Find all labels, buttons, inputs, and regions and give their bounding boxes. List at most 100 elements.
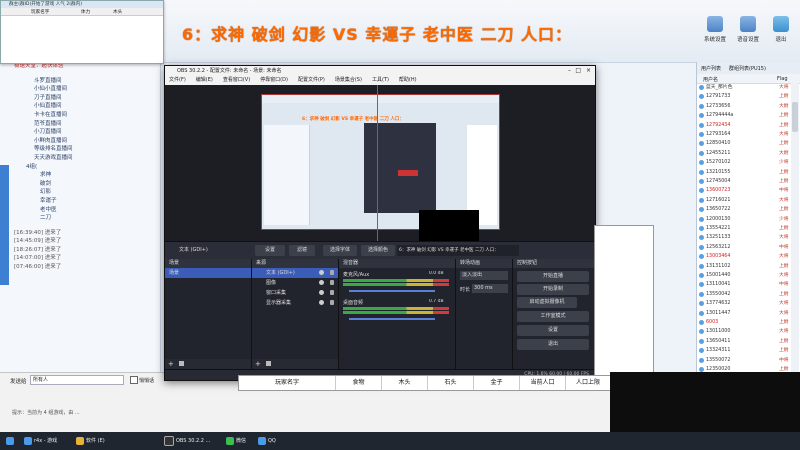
desktop-volume-slider[interactable] <box>349 318 435 320</box>
settings-button[interactable]: 设置 <box>517 325 589 336</box>
user-row[interactable]: 12745004 上尉 <box>697 178 791 185</box>
player-row[interactable]: 幻影 <box>0 188 160 197</box>
eye-icon[interactable] <box>319 300 324 305</box>
select-font-button[interactable]: 选择字体 <box>323 245 357 256</box>
user-row[interactable]: 13550042 上尉 <box>697 291 791 298</box>
user-row[interactable]: 13131102 上尉 <box>697 263 791 270</box>
source-item[interactable]: 图像 <box>252 278 338 288</box>
room-item[interactable]: 等级排名直播间 <box>0 145 160 154</box>
group-label[interactable]: 4组( <box>0 163 160 172</box>
player-row[interactable]: 二刀 <box>0 214 160 223</box>
source-filters-button[interactable]: 滤镜 <box>289 245 315 256</box>
menu-scene-collection[interactable]: 场景集合(S) <box>335 77 362 83</box>
user-row[interactable]: 13600723 中将 <box>697 187 791 194</box>
user-row[interactable]: 15001440 大将 <box>697 272 791 279</box>
room-item[interactable]: 斗罗直播间 <box>0 77 160 86</box>
user-row[interactable]: 13324311 上尉 <box>697 347 791 354</box>
user-row[interactable]: 13011000 大将 <box>697 328 791 335</box>
user-row[interactable]: 13110041 中将 <box>697 281 791 288</box>
player-row[interactable]: 幸運子 <box>0 197 160 206</box>
tab-user-list[interactable]: 用户列表 <box>701 65 721 72</box>
obs-preview-area[interactable]: 6：求神 破剑 幻影 VS 幸運子 老中医 二刀 人口： <box>165 85 595 250</box>
source-text-field[interactable]: 6：求神 破剑 幻影 VS 幸運子 老中医 二刀 人口： <box>397 245 519 256</box>
room-item[interactable]: 小仙小直播间 <box>0 85 160 94</box>
lock-icon[interactable] <box>330 280 334 285</box>
start-streaming-button[interactable]: 开始直播 <box>517 271 589 282</box>
studio-mode-button[interactable]: 工作室模式 <box>517 311 589 322</box>
user-row[interactable]: 12000130 少将 <box>697 216 791 223</box>
whisper-checkbox[interactable] <box>130 376 138 384</box>
user-row[interactable]: 12455211 大尉 <box>697 150 791 157</box>
room-item[interactable]: 小鲜肉直播间 <box>0 137 160 146</box>
menu-tools[interactable]: 工具(T) <box>372 77 389 83</box>
source-item[interactable]: 文本 (GDI+) <box>252 268 338 278</box>
user-row[interactable]: 13554221 上尉 <box>697 225 791 232</box>
scrollbar-thumb[interactable] <box>792 102 798 132</box>
source-item[interactable]: 显示器采集 <box>252 298 338 308</box>
user-row[interactable]: 12850410 上尉 <box>697 140 791 147</box>
user-row[interactable]: 12794444a 上尉 <box>697 112 791 119</box>
eye-icon[interactable] <box>319 270 324 275</box>
user-row[interactable]: 蓝天_那片色 大将 <box>697 84 791 91</box>
eye-icon[interactable] <box>319 280 324 285</box>
menu-edit[interactable]: 编辑(E) <box>196 77 213 83</box>
recipient-select[interactable]: 所有人 <box>30 375 124 385</box>
transition-select[interactable]: 淡入淡出 <box>460 271 508 280</box>
menu-profile[interactable]: 配置文件(P) <box>298 77 325 83</box>
user-row[interactable]: 12563212 中将 <box>697 244 791 251</box>
user-row[interactable]: 13210155 上尉 <box>697 169 791 176</box>
duration-input[interactable]: 300 ms <box>472 284 508 293</box>
user-row[interactable]: 13774632 大将 <box>697 300 791 307</box>
col-flag[interactable]: Flag <box>777 76 788 82</box>
select-color-button[interactable]: 选择颜色 <box>361 245 395 256</box>
room-item[interactable]: 小仙直播间 <box>0 102 160 111</box>
room-item[interactable]: 卡卡在直播间 <box>0 111 160 120</box>
user-row[interactable]: 13650411 上尉 <box>697 338 791 345</box>
room-item[interactable]: 刀子直播间 <box>0 94 160 103</box>
add-scene-icon[interactable]: + <box>168 360 174 368</box>
taskbar-item[interactable]: 软件 (E) <box>76 435 105 447</box>
menu-docks[interactable]: 停靠窗口(D) <box>260 77 288 83</box>
user-row[interactable]: 13650722 上尉 <box>697 206 791 213</box>
remove-source-icon[interactable] <box>266 361 271 366</box>
lock-icon[interactable] <box>330 290 334 295</box>
side-ribbon[interactable] <box>0 165 9 285</box>
add-source-icon[interactable]: + <box>255 360 261 368</box>
player-row[interactable]: 求神 <box>0 171 160 180</box>
tab-group-list[interactable]: 群组列表(PU15) <box>729 65 766 72</box>
user-row[interactable]: 13003464 大将 <box>697 253 791 260</box>
remove-scene-icon[interactable] <box>179 361 184 366</box>
col-username[interactable]: 用户名 <box>703 76 718 83</box>
user-row[interactable]: 13251133 大将 <box>697 234 791 241</box>
user-row[interactable]: 12733656 大尉 <box>697 103 791 110</box>
room-item[interactable]: 天天游戏直播间 <box>0 154 160 163</box>
menu-view[interactable]: 查看窗口(V) <box>223 77 250 83</box>
taskbar-item[interactable]: r4x - 游戏 <box>24 435 57 447</box>
mic-volume-slider[interactable] <box>349 290 435 292</box>
lock-icon[interactable] <box>330 270 334 275</box>
taskbar-item[interactable]: OBS 30.2.2 ... <box>164 435 210 447</box>
user-row[interactable]: 6003 上尉 <box>697 319 791 326</box>
lock-icon[interactable] <box>330 300 334 305</box>
source-settings-button[interactable]: 设置 <box>255 245 285 256</box>
player-row[interactable]: 破剑 <box>0 180 160 189</box>
player-row[interactable]: 老中医 <box>0 206 160 215</box>
user-row[interactable]: 15270102 少将 <box>697 159 791 166</box>
voice-settings-button[interactable]: 语音设置 <box>733 12 763 52</box>
system-settings-button[interactable]: 系统设置 <box>700 12 730 52</box>
taskbar-item[interactable]: QQ <box>258 435 276 447</box>
exit-button[interactable]: 退出 <box>766 12 796 52</box>
user-row[interactable]: 12792434 上尉 <box>697 122 791 129</box>
user-row[interactable]: 13550072 中将 <box>697 357 791 364</box>
minimize-icon[interactable]: – <box>568 66 571 76</box>
room-item[interactable]: 小刀直播间 <box>0 128 160 137</box>
user-row[interactable]: 13011447 大将 <box>697 310 791 317</box>
start-recording-button[interactable]: 开始录制 <box>517 284 589 295</box>
eye-icon[interactable] <box>319 290 324 295</box>
menu-help[interactable]: 帮助(H) <box>399 77 417 83</box>
scene-item[interactable]: 场景 <box>165 268 251 278</box>
taskbar-item[interactable]: 微信 <box>226 435 246 447</box>
maximize-icon[interactable]: □ <box>575 66 581 76</box>
start-button[interactable] <box>6 435 16 447</box>
user-row[interactable]: 12793164 大将 <box>697 131 791 138</box>
